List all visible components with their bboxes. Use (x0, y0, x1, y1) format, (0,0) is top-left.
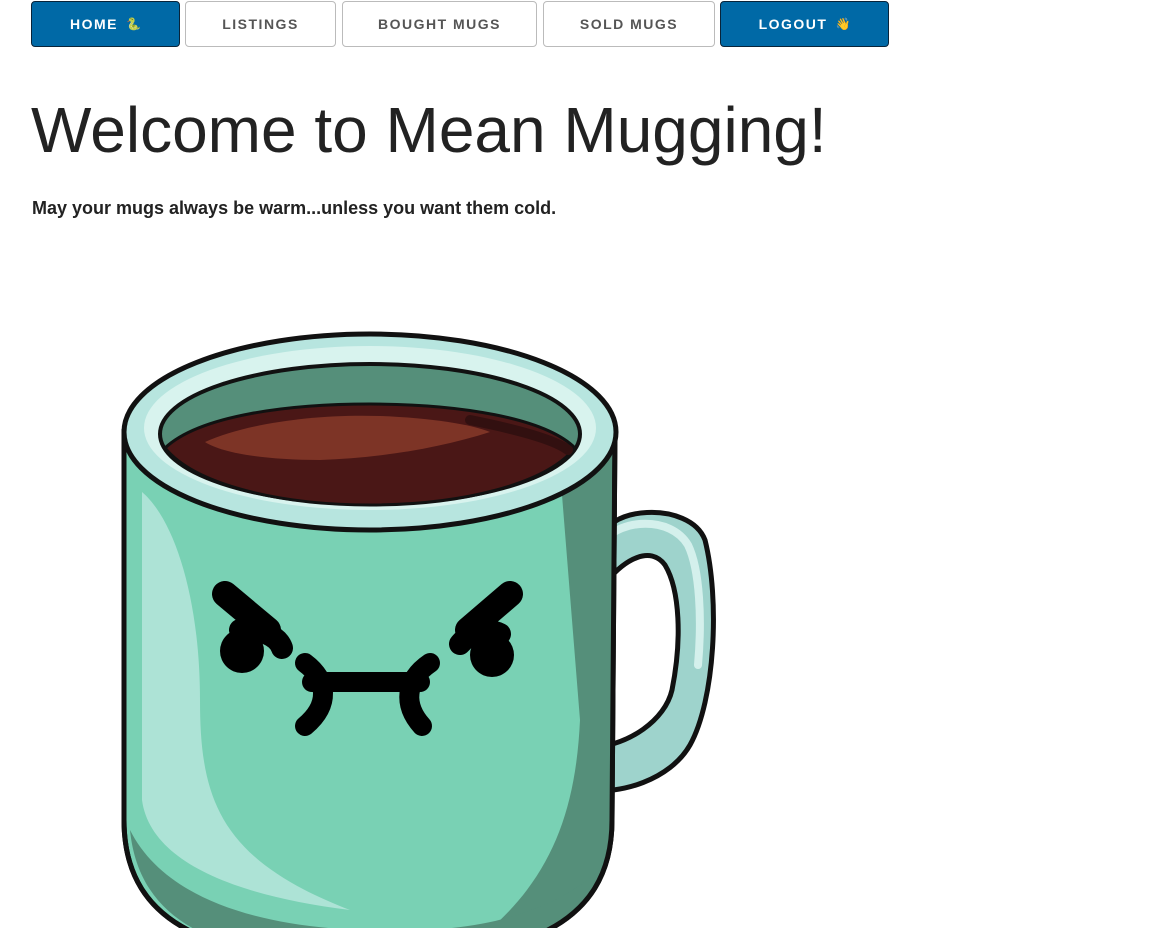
home-page: HOME 🐍 LISTINGS BOUGHT MUGS SOLD MUGS LO… (0, 0, 1152, 928)
angry-mug-illustration (121, 331, 716, 928)
